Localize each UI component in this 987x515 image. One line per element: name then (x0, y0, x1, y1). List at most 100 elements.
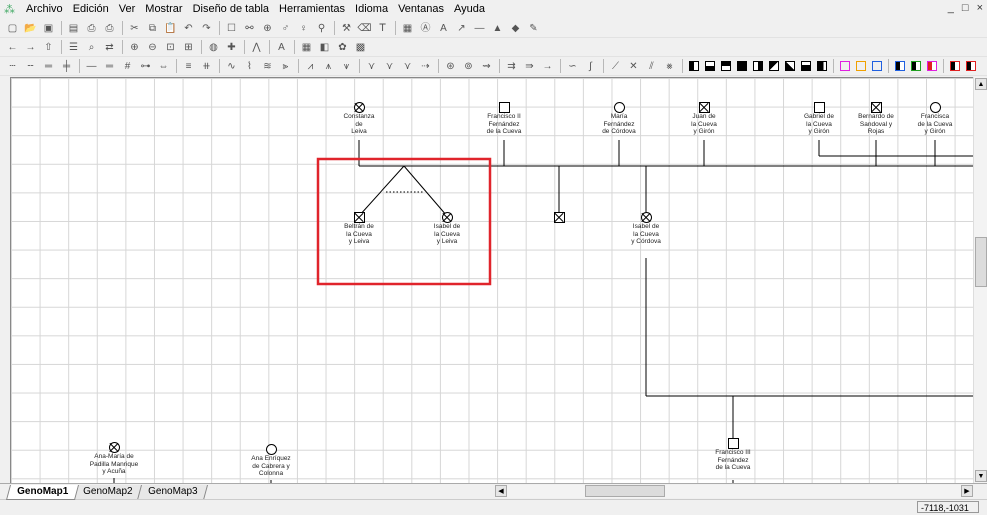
menu-herramientas[interactable]: Herramientas (274, 0, 350, 19)
person-beltran[interactable]: Beltrán de la Cueva y Leiva (309, 212, 409, 246)
person-isabel-cordova[interactable]: Isabel de la Cueva y Córdova (596, 212, 696, 246)
zigzag-double-icon[interactable]: ⩚ (320, 59, 337, 74)
list-icon[interactable]: ☰ (65, 40, 82, 55)
menu-archivo[interactable]: Archivo (21, 0, 68, 19)
focus-2-icon[interactable]: ⊚ (460, 59, 477, 74)
text-icon[interactable]: ꓔ (374, 21, 391, 36)
arrow-v3-icon[interactable]: ⋎ (399, 59, 416, 74)
red-box-2-icon[interactable] (966, 61, 976, 71)
focus-icon[interactable]: ⊛ (442, 59, 459, 74)
paste-icon[interactable]: 📋 (162, 21, 179, 36)
fill-right-icon[interactable] (753, 61, 763, 71)
family-icon[interactable]: ♀ (295, 21, 312, 36)
find-icon[interactable]: ⌕ (83, 40, 100, 55)
grid-icon[interactable]: ▦ (298, 40, 315, 55)
menu-mostrar[interactable]: Mostrar (140, 0, 187, 19)
scroll-left-icon[interactable]: ◀ (495, 485, 507, 497)
scroll-down-icon[interactable]: ▼ (975, 470, 987, 482)
magenta-box-icon[interactable] (840, 61, 850, 71)
menu-ventanas[interactable]: Ventanas (393, 0, 449, 19)
fill-full-icon[interactable] (737, 61, 747, 71)
zigzag-icon[interactable]: ⌇ (241, 59, 258, 74)
redo-icon[interactable]: ↷ (198, 21, 215, 36)
fill-quarter-icon[interactable] (769, 61, 779, 71)
color-icon[interactable]: ◧ (316, 40, 333, 55)
arrow-v2-icon[interactable]: ⋎ (381, 59, 398, 74)
twins-icon[interactable]: ⋀ (248, 40, 265, 55)
person-constanza[interactable]: Constanza de Leiva (309, 102, 409, 136)
x-double-icon[interactable]: ⨳ (661, 59, 678, 74)
menu-diseno-de-tabla[interactable]: Diseño de tabla (188, 0, 274, 19)
add-person-icon[interactable]: ☐ (223, 21, 240, 36)
male-symbol-icon[interactable] (353, 212, 365, 223)
slash-icon[interactable]: ⟋ (607, 59, 624, 74)
solid-line-icon[interactable]: — (83, 59, 100, 74)
green-fill-icon[interactable] (911, 61, 921, 71)
minimize-button[interactable]: _ (948, 2, 954, 14)
genogram-icon[interactable]: ♂ (277, 21, 294, 36)
zigzag-triple-icon[interactable]: ⩛ (338, 59, 355, 74)
male-symbol-icon[interactable] (698, 102, 710, 113)
person-ana-enriquez[interactable]: Ana Enríquez de Cabrera y Colonna (221, 444, 321, 478)
curve-icon[interactable]: ∽ (564, 59, 581, 74)
male-symbol-icon[interactable] (498, 102, 510, 113)
horizontal-scroll-thumb[interactable] (585, 485, 665, 497)
x-cross-icon[interactable]: ✕ (625, 59, 642, 74)
genogram-canvas[interactable]: Constanza de Leiva Francisco II Fernández… (10, 77, 974, 484)
tree-icon[interactable]: ⚲ (313, 21, 330, 36)
female-symbol-icon[interactable] (108, 442, 120, 453)
node-line-icon[interactable]: ⊶ (137, 59, 154, 74)
font-icon[interactable]: A (435, 21, 452, 36)
up-icon[interactable]: ⇧ (40, 40, 57, 55)
fill-mostly-2-icon[interactable] (817, 61, 827, 71)
fill-mostly-icon[interactable] (801, 61, 811, 71)
red-box-icon[interactable] (950, 61, 960, 71)
palette-icon[interactable]: ✿ (334, 40, 351, 55)
copy-icon[interactable]: ⧉ (144, 21, 161, 36)
tab-genomap3[interactable]: GenoMap3 (136, 485, 209, 500)
double-arrow-2-icon[interactable]: ⇛ (521, 59, 538, 74)
arrow-right-icon[interactable]: ⇢ (417, 59, 434, 74)
male-symbol-icon[interactable] (553, 212, 565, 223)
text-box-icon[interactable]: Ⓐ (417, 21, 434, 36)
blue-box-icon[interactable] (872, 61, 882, 71)
cut-icon[interactable]: ✂ (126, 21, 143, 36)
forward-icon[interactable]: → (22, 40, 39, 55)
menu-ayuda[interactable]: Ayuda (449, 0, 490, 19)
replace-icon[interactable]: ⇄ (101, 40, 118, 55)
person-francisca[interactable]: Francisca de la Cueva y Girón (885, 102, 974, 136)
wave-line-icon[interactable]: ∿ (223, 59, 240, 74)
blue-fill-icon[interactable] (895, 61, 905, 71)
female-symbol-icon[interactable] (613, 102, 625, 113)
fill-icon[interactable]: ◆ (507, 21, 524, 36)
tool-icon[interactable]: ⚒ (338, 21, 355, 36)
male-symbol-icon[interactable] (870, 102, 882, 113)
loop-icon[interactable]: ∫ (582, 59, 599, 74)
scroll-right-icon[interactable]: ▶ (961, 485, 973, 497)
open-icon[interactable]: 📂 (22, 21, 39, 36)
restore-button[interactable]: □ (962, 2, 969, 14)
person-francisco2[interactable]: Francisco II Fernández de la Cueva (454, 102, 554, 136)
fill-left-icon[interactable] (689, 61, 699, 71)
print-icon[interactable]: ⎙ (101, 21, 118, 36)
male-symbol-icon[interactable] (813, 102, 825, 113)
tab-genomap1[interactable]: GenoMap1 (5, 485, 80, 500)
save-icon[interactable]: ▣ (40, 21, 57, 36)
triple-line-icon[interactable]: ≡ (180, 59, 197, 74)
preview-icon[interactable]: ⎙ (83, 21, 100, 36)
shape-icon[interactable]: ▲ (489, 21, 506, 36)
male-symbol-icon[interactable] (727, 438, 739, 449)
line-icon[interactable]: — (471, 21, 488, 36)
double-line-icon[interactable]: ═ (101, 59, 118, 74)
female-symbol-icon[interactable] (640, 212, 652, 223)
arrow-icon[interactable]: ↗ (453, 21, 470, 36)
zoom-page-icon[interactable]: ⊞ (180, 40, 197, 55)
zoom-out-icon[interactable]: ⊖ (144, 40, 161, 55)
fill-quarter-2-icon[interactable] (785, 61, 795, 71)
female-symbol-icon[interactable] (353, 102, 365, 113)
red-fill-icon[interactable] (927, 61, 937, 71)
person-ana-maria[interactable]: Ana-María de Padilla Manrique y Acuña (64, 442, 164, 476)
person-unknown-male[interactable] (509, 212, 609, 223)
layout-icon[interactable]: ▤ (65, 21, 82, 36)
vertical-scroll-thumb[interactable] (975, 237, 987, 287)
